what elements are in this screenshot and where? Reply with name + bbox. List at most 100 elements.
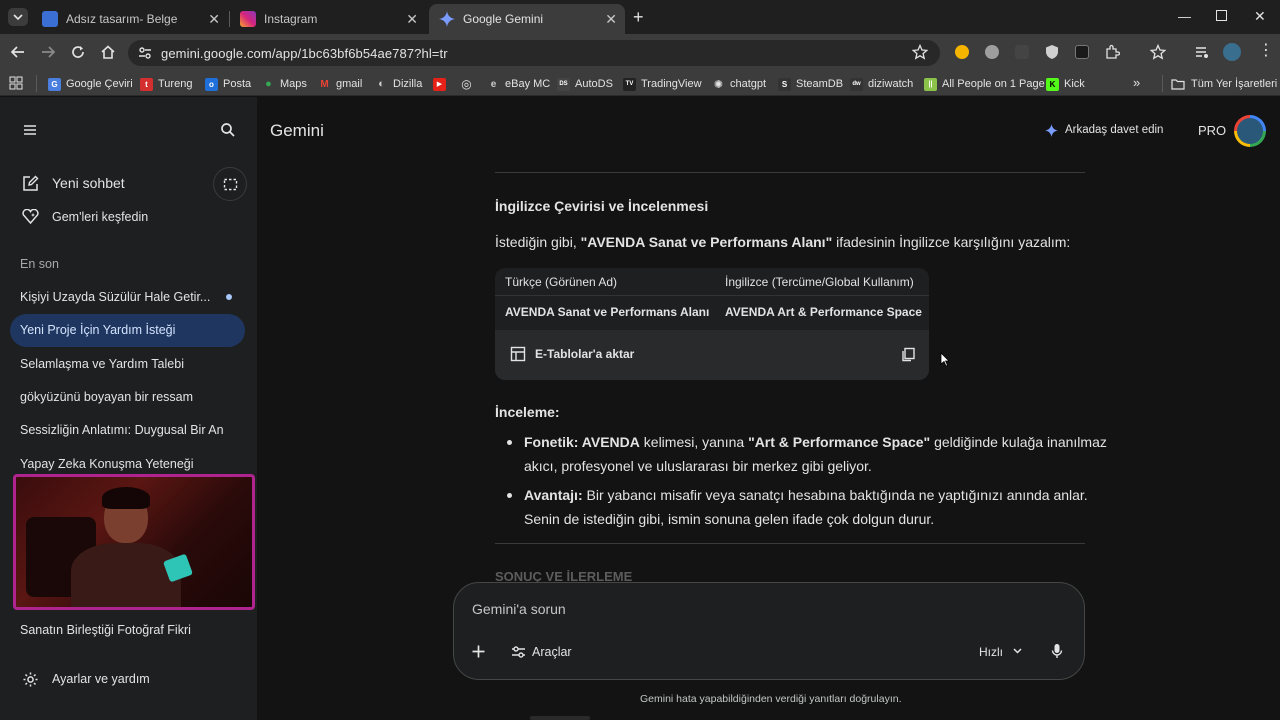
reload-icon[interactable] xyxy=(70,44,86,60)
bookmark-dizilla[interactable]: ◐ Dizilla xyxy=(375,76,422,92)
table-cell: AVENDA Sanat ve Performans Alanı xyxy=(505,305,710,319)
dizilla-icon: ◐ xyxy=(378,78,385,90)
tools-sliders-icon xyxy=(512,646,525,658)
minimize-button[interactable]: — xyxy=(1178,9,1191,24)
docs-icon xyxy=(42,11,58,27)
bookmark-maps[interactable]: ● Maps xyxy=(262,76,307,92)
chat-item[interactable]: gökyüzünü boyayan bir ressam xyxy=(20,390,193,404)
bookmark-label: Posta xyxy=(223,78,252,90)
mail-icon: o xyxy=(205,77,218,91)
bookmark-unnamed[interactable]: ◎ xyxy=(460,76,478,92)
chat-item-active[interactable]: Yeni Proje İçin Yardım İsteği xyxy=(20,323,175,337)
chat-item[interactable]: Sanatın Birleştiği Fotoğraf Fikri xyxy=(20,623,191,637)
bookmark-chatgpt[interactable]: ✺ chatgpt xyxy=(712,76,766,92)
explore-gems-button[interactable]: Gem'leri keşfedin xyxy=(52,210,148,224)
invite-friends-button[interactable]: Arkadaş davet edin xyxy=(1065,124,1163,136)
translate-icon: G xyxy=(48,77,61,91)
divider xyxy=(495,543,1085,544)
bookmark-google-ceviri[interactable]: G Google Çeviri xyxy=(48,76,133,92)
tab-search-button[interactable] xyxy=(8,8,28,26)
ebay-icon: e xyxy=(490,78,497,90)
bookmark-autods[interactable]: DS AutoDS xyxy=(557,76,613,92)
forward-icon[interactable] xyxy=(40,44,56,60)
review-heading: İnceleme: xyxy=(495,404,560,420)
chat-item[interactable]: Yapay Zeka Konuşma Yeteneği xyxy=(20,457,194,471)
export-to-sheets-button[interactable]: E-Tablolar'a aktar xyxy=(535,347,634,361)
close-tab-icon[interactable]: ✕ xyxy=(406,11,418,27)
bookmark-star-icon[interactable] xyxy=(1150,44,1166,60)
temporary-chat-button[interactable] xyxy=(213,167,247,201)
extension-icon[interactable] xyxy=(955,45,969,59)
bookmark-youtube[interactable]: ▶ xyxy=(433,76,451,92)
bookmark-label: Dizilla xyxy=(393,78,423,90)
chevron-down-icon xyxy=(13,14,23,21)
media-controls-icon[interactable] xyxy=(1194,44,1210,60)
copy-icon[interactable] xyxy=(901,347,916,362)
bookmark-gmail[interactable]: Mgmail xyxy=(318,76,362,92)
bookmark-tureng[interactable]: t Tureng xyxy=(140,76,192,92)
bookmark-tradingview[interactable]: TV TradingView xyxy=(623,76,702,92)
tools-button[interactable]: Araçlar xyxy=(532,645,572,659)
sheets-table-icon xyxy=(510,346,526,362)
bookmark-label: Tüm Yer İşaretleri xyxy=(1191,78,1278,90)
bookmark-diziwatch[interactable]: dw diziwatch xyxy=(850,76,913,92)
page-title[interactable]: Gemini xyxy=(270,121,324,141)
bookmark-steamdb[interactable]: S SteamDB xyxy=(778,76,843,92)
home-icon[interactable] xyxy=(100,44,116,60)
tab-title: Google Gemini xyxy=(463,12,544,26)
bookmark-label: TradingView xyxy=(641,78,702,90)
bookmark-separator xyxy=(36,75,37,92)
scroll-indicator[interactable] xyxy=(530,716,590,720)
puzzle-icon[interactable] xyxy=(1104,44,1120,60)
menu-icon[interactable] xyxy=(22,123,38,137)
extension-icon[interactable] xyxy=(1015,45,1029,59)
extension-icon[interactable] xyxy=(1075,45,1089,59)
close-tab-icon[interactable]: ✕ xyxy=(605,11,617,27)
tradingview-icon: TV xyxy=(623,77,636,91)
search-icon[interactable] xyxy=(220,122,236,138)
bookmark-all-people[interactable]: || All People on 1 Page xyxy=(924,76,1045,92)
site-info-icon[interactable] xyxy=(137,45,153,61)
new-chat-button[interactable]: Yeni sohbet xyxy=(52,175,125,191)
chat-item[interactable]: Sessizliğin Anlatımı: Duygusal Bir An xyxy=(20,423,224,437)
bullet-dot xyxy=(507,440,512,445)
intro-paragraph: İstediğin gibi, "AVENDA Sanat ve Perform… xyxy=(495,234,1070,250)
more-menu-icon[interactable]: ⋮ xyxy=(1258,42,1274,60)
bullet-line: Fonetik: AVENDA kelimesi, yanına "Art & … xyxy=(524,434,1107,450)
window-close-button[interactable]: ✕ xyxy=(1254,8,1266,25)
bookmark-kick[interactable]: K Kick xyxy=(1046,76,1085,92)
star-icon[interactable] xyxy=(912,44,928,60)
dashed-square-icon xyxy=(223,178,238,191)
profile-avatar[interactable] xyxy=(1223,43,1241,61)
bookmark-ebay-mc[interactable]: e eBay MC xyxy=(487,76,551,92)
prompt-input[interactable]: Gemini'a sorun xyxy=(472,601,566,617)
extension-icon[interactable] xyxy=(985,45,999,59)
settings-help-button[interactable]: Ayarlar ve yardım xyxy=(52,672,150,686)
tab-google-gemini[interactable]: Google Gemini ✕ xyxy=(429,4,625,34)
tab-instagram[interactable]: Instagram ✕ xyxy=(230,4,426,34)
maximize-button[interactable] xyxy=(1216,10,1227,21)
bookmark-posta[interactable]: o Posta xyxy=(205,76,251,92)
plus-icon[interactable] xyxy=(471,644,486,659)
bullet-bold: Fonetik: AVENDA xyxy=(524,434,640,450)
chat-item[interactable]: Selamlaşma ve Yardım Talebi xyxy=(20,357,184,371)
intro-text: İstediğin gibi, xyxy=(495,234,581,250)
shield-icon[interactable] xyxy=(1044,44,1060,60)
model-mode-selector[interactable]: Hızlı xyxy=(979,645,1003,659)
apps-grid-icon[interactable] xyxy=(9,76,23,90)
microphone-icon[interactable] xyxy=(1051,643,1063,659)
back-icon[interactable] xyxy=(10,44,26,60)
bullet-text: kelimesi, yanına xyxy=(639,434,749,450)
bookmarks-overflow-icon[interactable]: » xyxy=(1133,75,1140,90)
close-tab-icon[interactable]: ✕ xyxy=(208,11,220,27)
bullet-text: Bir yabancı misafir veya sanatçı hesabın… xyxy=(582,487,1088,503)
account-avatar[interactable] xyxy=(1234,115,1266,147)
pro-badge[interactable]: PRO xyxy=(1198,123,1226,138)
section-heading: İngilizce Çevirisi ve İncelenmesi xyxy=(495,198,709,214)
allpeople-icon: || xyxy=(924,77,937,91)
new-tab-button[interactable]: + xyxy=(633,7,644,27)
chat-item[interactable]: Kişiyi Uzayda Süzülür Hale Getir... xyxy=(20,290,210,304)
all-bookmarks-folder[interactable]: Tüm Yer İşaretleri xyxy=(1171,76,1277,92)
bullet-dot xyxy=(507,493,512,498)
tab-adsiz-tasarim[interactable]: Adsız tasarım- Belge ✕ xyxy=(32,4,228,34)
